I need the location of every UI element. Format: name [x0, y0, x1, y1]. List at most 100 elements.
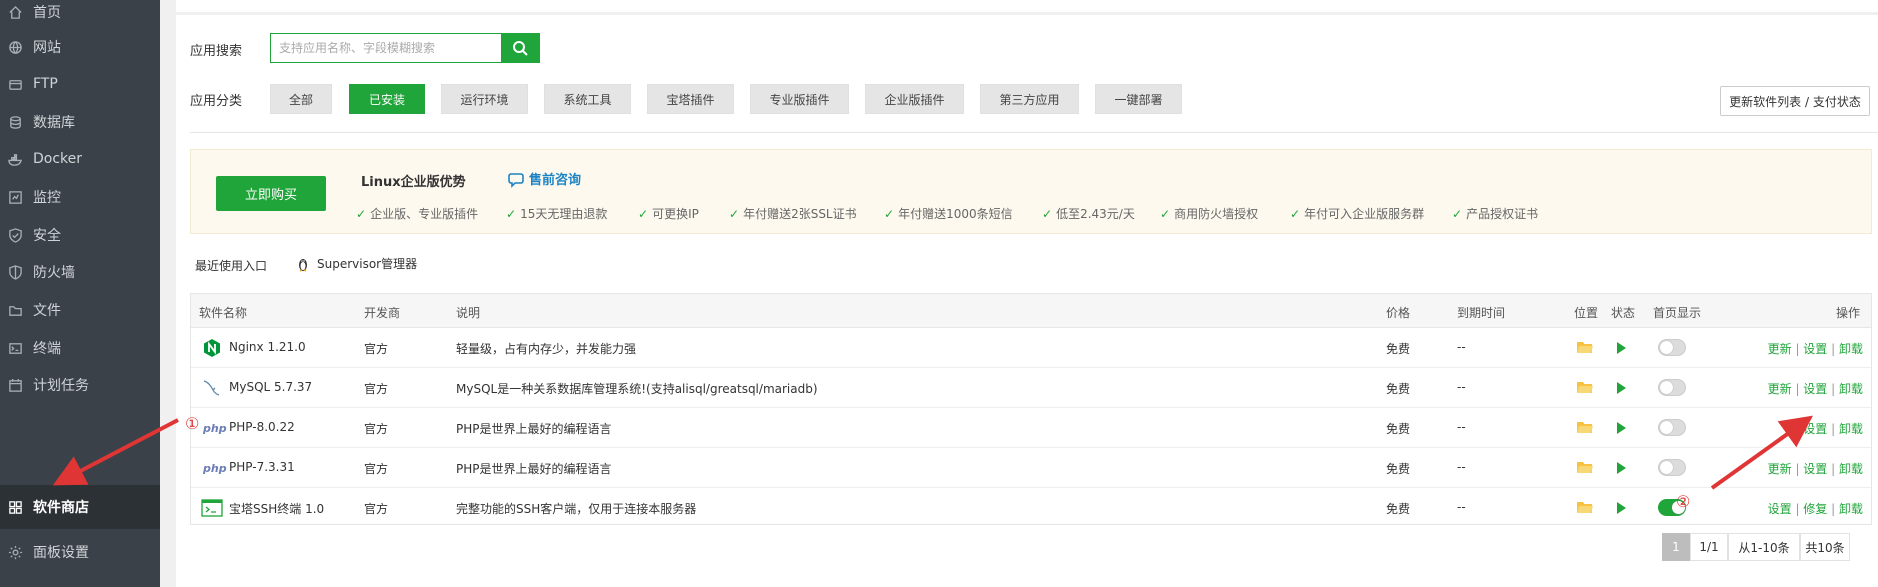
- table-header: 软件名称 开发商 说明 价格 到期时间 位置 状态 首页显示 操作: [191, 294, 1871, 328]
- update-link[interactable]: 更新: [1768, 382, 1792, 396]
- sidebar-item-label: FTP: [33, 76, 58, 92]
- homepage-toggle[interactable]: [1658, 379, 1686, 396]
- folder-open-icon[interactable]: [1577, 461, 1593, 474]
- homepage-toggle[interactable]: [1658, 419, 1686, 436]
- expire-time: --: [1457, 460, 1466, 474]
- sidebar-item-label: 安全: [33, 228, 61, 244]
- col-homepage: 首页显示: [1653, 306, 1702, 320]
- uninstall-link[interactable]: 卸载: [1839, 422, 1863, 436]
- sidebar-item-label: 面板设置: [33, 545, 89, 561]
- folder-open-icon[interactable]: [1577, 341, 1593, 354]
- promo-feature-text: 商用防火墙授权: [1174, 207, 1259, 221]
- sidebar-item-label: 软件商店: [33, 500, 89, 516]
- update-link[interactable]: 更新: [1768, 462, 1792, 476]
- search-label: 应用搜索: [190, 44, 243, 59]
- buy-now-button[interactable]: 立即购买: [216, 176, 326, 211]
- description: PHP是世界上最好的编程语言: [456, 462, 612, 476]
- presale-consult-link[interactable]: 售前咨询: [507, 169, 581, 188]
- description: MySQL是一种关系数据库管理系统!(支持alisql/greatsql/mar…: [456, 382, 818, 396]
- presale-consult-label: 售前咨询: [529, 173, 582, 188]
- play-icon[interactable]: [1617, 382, 1626, 394]
- sidebar-item-label: 网站: [33, 40, 61, 56]
- software-name: PHP-8.0.22: [229, 420, 295, 434]
- play-icon[interactable]: [1617, 462, 1626, 474]
- settings-link[interactable]: 设置: [1803, 422, 1827, 436]
- settings-link[interactable]: 设置: [1803, 342, 1827, 356]
- price: 免费: [1386, 382, 1411, 396]
- globe-icon: [7, 39, 23, 55]
- promo-title: Linux企业版优势: [361, 175, 466, 190]
- promo-feature: ✓ 商用防火墙授权: [1160, 205, 1258, 222]
- homepage-toggle[interactable]: [1658, 459, 1686, 476]
- sidebar-item-settings[interactable]: 面板设置: [0, 530, 160, 574]
- category-all[interactable]: 全部: [270, 84, 332, 114]
- folder-open-icon[interactable]: [1577, 381, 1593, 394]
- recent-item-supervisor[interactable]: Supervisor管理器: [295, 255, 417, 272]
- uninstall-link[interactable]: 卸载: [1839, 382, 1863, 396]
- table-row: php PHP-7.3.31 官方 PHP是世界上最好的编程语言 免费 -- 更…: [191, 448, 1871, 488]
- promo-feature-text: 年付赠送2张SSL证书: [743, 207, 857, 221]
- promo-feature-text: 产品授权证书: [1466, 207, 1539, 221]
- php-icon: php: [203, 421, 227, 435]
- category-one-click-deploy[interactable]: 一键部署: [1095, 84, 1182, 114]
- mysql-dolphin-icon: [201, 378, 223, 398]
- developer: 官方: [364, 382, 389, 396]
- sidebar-item-cron[interactable]: 计划任务: [0, 363, 160, 407]
- promo-feature: ✓ 年付赠送2张SSL证书: [729, 205, 857, 222]
- search-button[interactable]: [501, 34, 539, 62]
- category-pro-plugins[interactable]: 专业版插件: [750, 84, 849, 114]
- promo-feature: ✓ 年付可入企业版服务群: [1290, 205, 1424, 222]
- category-bt-plugins[interactable]: 宝塔插件: [647, 84, 734, 114]
- pagination-current[interactable]: 1: [1662, 533, 1690, 561]
- check-icon: ✓: [506, 207, 517, 221]
- play-icon[interactable]: [1617, 342, 1626, 354]
- settings-link[interactable]: 设置: [1803, 462, 1827, 476]
- sidebar-item-label: 终端: [33, 341, 61, 357]
- row-actions: 设置 | 卸载: [1803, 422, 1863, 436]
- php-icon: php: [203, 461, 227, 475]
- search-icon: [513, 41, 528, 56]
- homepage-toggle[interactable]: [1658, 339, 1686, 356]
- description: PHP是世界上最好的编程语言: [456, 422, 612, 436]
- repair-link[interactable]: 修复: [1803, 502, 1827, 516]
- settings-link[interactable]: 设置: [1803, 382, 1827, 396]
- software-name: PHP-7.3.31: [229, 460, 295, 474]
- software-name: MySQL 5.7.37: [229, 380, 313, 394]
- developer: 官方: [364, 462, 389, 476]
- shield-check-icon: [7, 227, 23, 243]
- row-actions: 设置 | 修复 | 卸载: [1767, 502, 1863, 516]
- sidebar-item-appstore[interactable]: 软件商店: [0, 485, 160, 529]
- category-installed[interactable]: 已安装: [349, 84, 425, 114]
- play-icon[interactable]: [1617, 502, 1626, 514]
- price: 免费: [1386, 342, 1411, 356]
- promo-feature: ✓ 可更换IP: [638, 205, 699, 222]
- pagination-pages: 1/1: [1690, 533, 1728, 561]
- check-icon: ✓: [1452, 207, 1463, 221]
- search-input[interactable]: [271, 34, 501, 62]
- update-link[interactable]: 更新: [1768, 342, 1792, 356]
- chat-bubble-icon: [508, 172, 524, 188]
- category-enterprise-plugins[interactable]: 企业版插件: [865, 84, 964, 114]
- update-software-list-button[interactable]: 更新软件列表 / 支付状态: [1720, 86, 1870, 116]
- play-icon[interactable]: [1617, 422, 1626, 434]
- uninstall-link[interactable]: 卸载: [1839, 462, 1863, 476]
- folder-open-icon[interactable]: [1577, 421, 1593, 434]
- uninstall-link[interactable]: 卸载: [1839, 342, 1863, 356]
- promo-feature: ✓ 企业版、专业版插件: [356, 205, 478, 222]
- check-icon: ✓: [1160, 207, 1171, 221]
- folder-open-icon[interactable]: [1577, 501, 1593, 514]
- category-third-party[interactable]: 第三方应用: [980, 84, 1079, 114]
- expire-time: --: [1457, 500, 1466, 514]
- description: 完整功能的SSH客户端，仅用于连接本服务器: [456, 502, 697, 516]
- category-system-tools[interactable]: 系统工具: [544, 84, 631, 114]
- promo-feature: ✓ 15天无理由退款: [506, 205, 607, 222]
- software-name: Nginx 1.21.0: [229, 340, 306, 354]
- annotation-marker-1: ①: [185, 414, 200, 433]
- category-runtime[interactable]: 运行环境: [441, 84, 528, 114]
- uninstall-link[interactable]: 卸载: [1839, 502, 1863, 516]
- price: 免费: [1386, 422, 1411, 436]
- docker-icon: [7, 151, 23, 167]
- settings-link[interactable]: 设置: [1768, 502, 1792, 516]
- promo-feature-text: 低至2.43元/天: [1056, 207, 1135, 221]
- table-row: 宝塔SSH终端 1.0 官方 完整功能的SSH客户端，仅用于连接本服务器 免费 …: [191, 488, 1871, 528]
